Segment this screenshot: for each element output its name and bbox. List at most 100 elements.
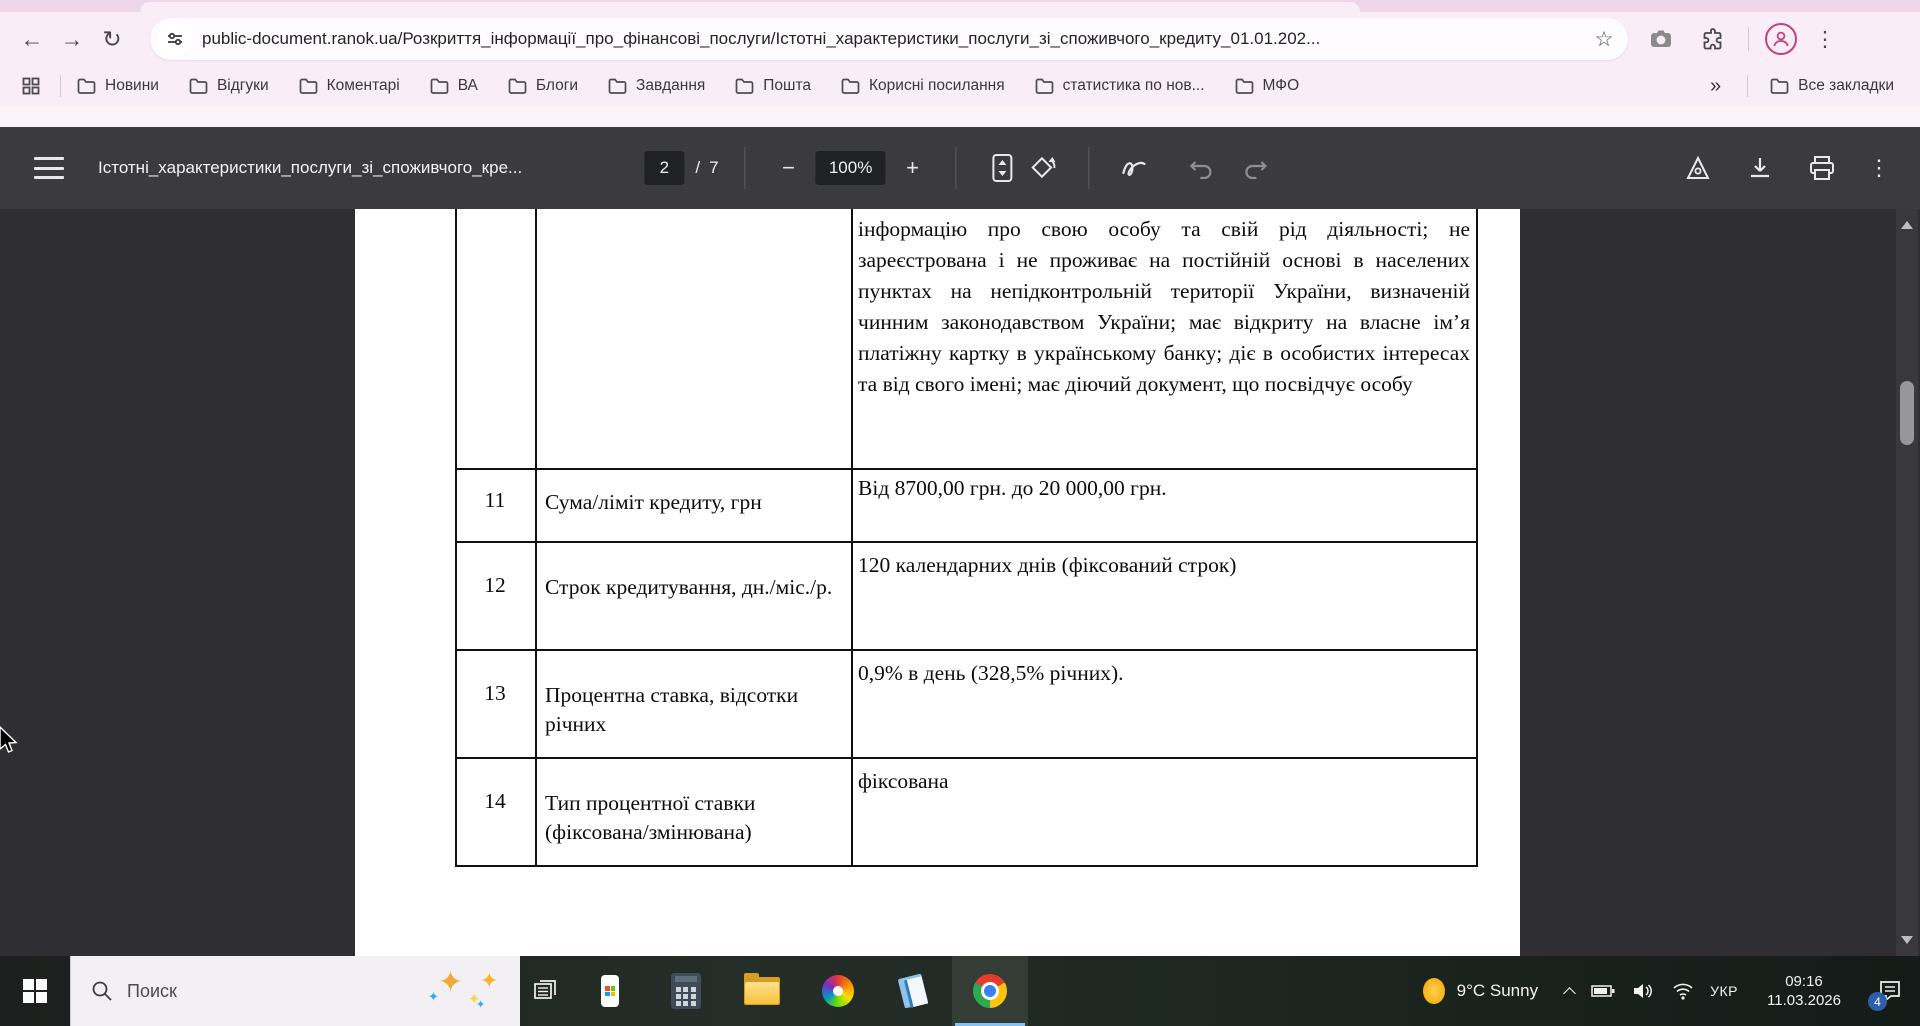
bookmark-folder-korysni-posylannia[interactable]: Корисні посилання [841,77,1005,95]
zoom-in-button[interactable]: + [896,151,930,185]
content-top-strip [0,106,1920,127]
site-settings-button[interactable] [158,22,192,56]
hamburger-icon [34,157,64,160]
active-tab[interactable] [140,2,1360,12]
bookmark-star-button[interactable]: ☆ [1586,21,1622,57]
folder-icon [735,78,754,94]
table-row-value: фіксована [858,767,1468,796]
zoom-out-button[interactable]: − [772,151,806,185]
table-border [455,541,1478,543]
bookmark-label: Пошта [763,77,811,95]
language-indicator[interactable]: УКР [1710,983,1738,999]
notification-center-button[interactable]: 4 [1870,971,1910,1011]
toolbar-separator [745,147,746,189]
notification-badge: 4 [1868,992,1887,1011]
system-tray: 9°C Sunny [1423,956,1920,1026]
table-border [455,209,457,867]
scrollbar[interactable] [1896,209,1918,956]
scrollbar-thumb[interactable] [1900,381,1914,445]
zoom-level[interactable]: 100% [816,151,886,185]
folder-icon [299,78,318,94]
table-border [535,209,537,867]
screenshot-extension-button[interactable] [1642,20,1680,58]
bookmark-folder-zavdannia[interactable]: Завдання [608,77,705,95]
taskbar-app-phone-link[interactable] [572,956,648,1026]
taskbar-app-chrome-active[interactable] [952,956,1028,1026]
wifi-icon [1672,982,1694,1000]
reload-button[interactable]: ↻ [92,19,132,59]
redo-button[interactable] [1236,148,1276,188]
taskbar-app-photos[interactable] [800,956,876,1026]
page-number-input[interactable]: 2 [644,151,684,185]
scroll-down-arrow[interactable] [1901,936,1913,944]
folder-icon [1770,78,1789,94]
weather-widget[interactable]: 9°C Sunny [1423,978,1538,1004]
time-text: 09:16 [1752,972,1856,991]
reload-icon: ↻ [102,26,121,53]
back-button[interactable]: ← [12,19,52,59]
bookmark-folder-statystyka[interactable]: статистика по нов... [1035,77,1205,95]
taskbar-app-calculator[interactable] [648,956,724,1026]
forward-icon: → [61,26,84,53]
bookmark-folder-va[interactable]: ВА [430,77,478,95]
taskbar-app-notepad[interactable] [876,956,952,1026]
bookmarks-overflow-button[interactable]: » [1710,75,1721,98]
undo-button[interactable] [1182,148,1222,188]
folder-icon [189,78,208,94]
all-bookmarks-button[interactable]: Все закладки [1770,77,1894,95]
battery-indicator[interactable] [1590,978,1616,1004]
browser-toolbar: ← → ↻ public-document.ranok.ua/Розкриття… [0,12,1920,66]
table-row-value: 0,9% в день (328,5% річних). [858,659,1468,688]
table-row-label: Сума/ліміт кредиту, грн [545,488,841,517]
bookmark-label: ВА [458,77,478,95]
download-button[interactable] [1740,148,1780,188]
bookmark-label: Новини [105,77,159,95]
bookmark-folder-blohy[interactable]: Блоги [508,77,578,95]
volume-indicator[interactable] [1630,978,1656,1004]
scroll-up-arrow[interactable] [1901,221,1913,229]
browser-menu-button[interactable]: ⋮ [1807,21,1843,57]
star-icon: ☆ [1595,27,1614,52]
bookmark-folder-mfo[interactable]: МФО [1235,77,1300,95]
taskbar-search[interactable]: Поиск ✦ ✦ ✦ ✦ ✦ [70,956,520,1026]
annotate-draw-button[interactable] [1116,148,1156,188]
print-icon [1808,155,1836,181]
network-indicator[interactable] [1670,978,1696,1004]
folder-icon [1035,78,1054,94]
forward-button[interactable]: → [52,19,92,59]
print-button[interactable] [1802,148,1842,188]
page-separator: / [695,158,700,178]
start-button[interactable] [0,956,70,1026]
url-text[interactable]: public-document.ranok.ua/Розкриття_інфор… [202,29,1586,49]
copilot-sparkles-icon: ✦ ✦ ✦ ✦ ✦ [420,956,520,1026]
bookmarks-divider [60,75,61,97]
taskbar-clock[interactable]: 09:16 11.03.2026 [1752,972,1856,1010]
taskbar-app-file-explorer[interactable] [724,956,800,1026]
fit-page-button[interactable] [983,148,1023,188]
bookmark-folder-vidhuky[interactable]: Відгуки [189,77,269,95]
bookmark-folder-poshta[interactable]: Пошта [735,77,811,95]
bookmark-folder-novyny[interactable]: Новини [77,77,159,95]
pdf-menu-button[interactable] [34,157,64,179]
search-icon [91,980,113,1002]
table-row-number: 13 [455,681,535,706]
url-bar[interactable]: public-document.ranok.ua/Розкриття_інфор… [150,18,1628,60]
bookmark-folder-komentari[interactable]: Коментарі [299,77,400,95]
folder-icon [508,78,527,94]
apps-grid-button[interactable] [22,77,40,95]
page-total: 7 [709,158,718,178]
phone-link-icon [601,975,619,1007]
rotate-button[interactable] [1023,148,1063,188]
extensions-button[interactable] [1694,20,1732,58]
show-hidden-icons-button[interactable] [1562,984,1576,998]
pdf-more-button[interactable]: ⋮ [1864,155,1894,181]
screen: ← → ↻ public-document.ranok.ua/Розкриття… [0,0,1920,1026]
task-view-button[interactable] [520,956,572,1026]
profile-avatar[interactable] [1765,23,1797,55]
table-row-label: Строк кредитування, дн./міс./р. [545,573,841,602]
table-row-value: Від 8700,00 грн. до 20 000,00 грн. [858,474,1468,503]
bookmark-label: Блоги [536,77,578,95]
save-annotate-button[interactable] [1678,148,1718,188]
pdf-document-title: Істотні_характеристики_послуги_зі_спожив… [98,158,522,178]
table-border [851,209,853,867]
